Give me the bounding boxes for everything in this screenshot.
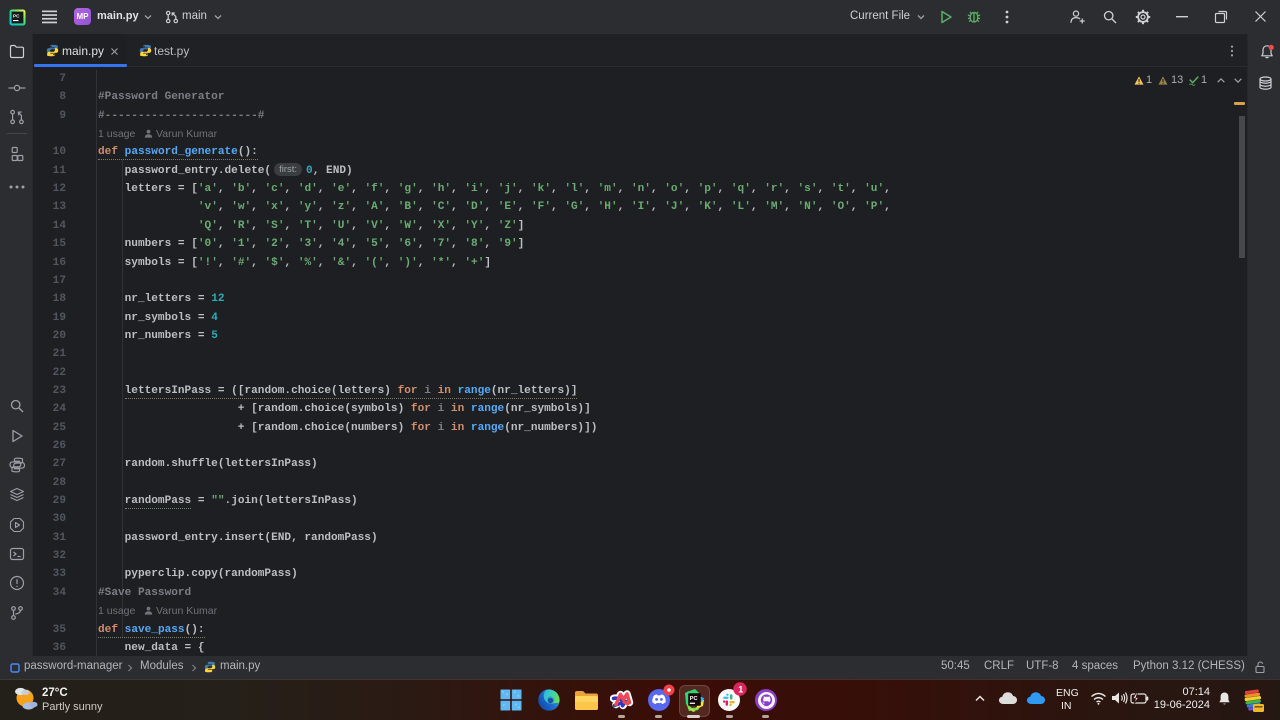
- svg-text:PC: PC: [13, 14, 20, 19]
- svg-text:PC: PC: [690, 696, 698, 702]
- svg-text:1: 1: [738, 684, 743, 694]
